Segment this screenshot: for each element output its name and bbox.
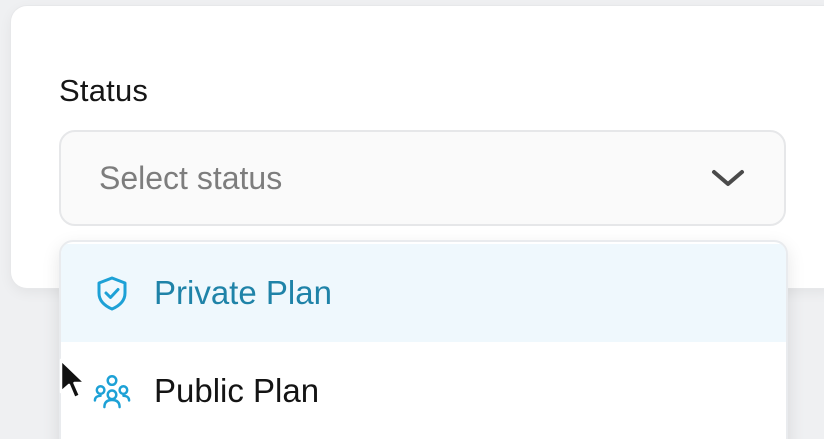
status-select-placeholder: Select status xyxy=(99,159,283,196)
status-label: Status xyxy=(59,73,149,108)
screen: Status Select status Private Plan Public… xyxy=(0,0,824,439)
option-label: Public Plan xyxy=(154,372,320,409)
option-public-plan[interactable]: Public Plan xyxy=(61,342,786,439)
shield-check-icon xyxy=(93,274,131,312)
status-select[interactable]: Select status xyxy=(59,130,786,226)
users-group-icon xyxy=(93,372,131,410)
status-dropdown-menu: Private Plan Public Plan xyxy=(59,240,788,439)
option-private-plan[interactable]: Private Plan xyxy=(61,244,786,342)
chevron-down-icon[interactable] xyxy=(710,167,746,189)
option-label: Private Plan xyxy=(154,274,332,311)
